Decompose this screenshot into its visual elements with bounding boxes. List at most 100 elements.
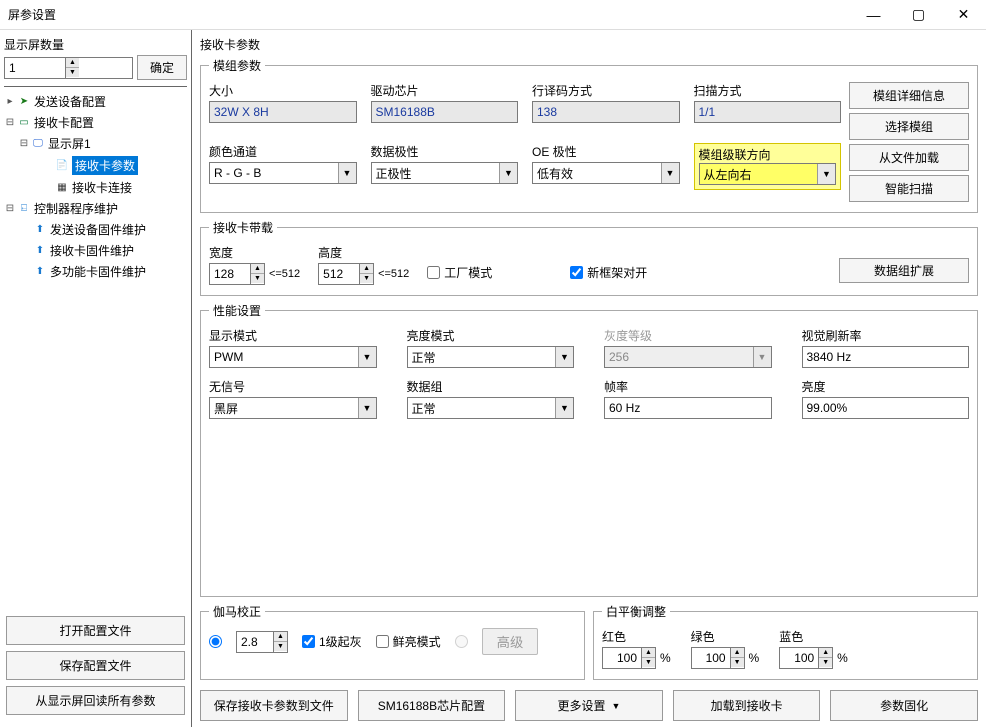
- chevron-down-icon: ▼: [358, 398, 376, 418]
- firmware-icon: ⬆: [32, 264, 48, 280]
- width-label: 宽度: [209, 244, 300, 261]
- datapol-label: 数据极性: [371, 143, 519, 160]
- minus-icon[interactable]: ⊟: [4, 203, 16, 214]
- smart-scan-button[interactable]: 智能扫描: [849, 175, 969, 202]
- load-to-card-button[interactable]: 加载到接收卡: [673, 690, 821, 721]
- select-module-button[interactable]: 选择模组: [849, 113, 969, 140]
- load-from-file-button[interactable]: 从文件加载: [849, 144, 969, 171]
- chip-config-button[interactable]: SM16188B芯片配置: [358, 690, 506, 721]
- performance-legend: 性能设置: [209, 302, 265, 319]
- scan-value: 1/1: [694, 101, 842, 123]
- chevron-down-icon: ▼: [661, 163, 679, 183]
- chip-label: 驱动芯片: [371, 82, 519, 99]
- data-group-ext-button[interactable]: 数据组扩展: [839, 258, 969, 283]
- tree-recv-config[interactable]: ⊟ ▭ 接收卡配置: [4, 112, 187, 133]
- close-button[interactable]: ✕: [941, 0, 986, 30]
- arrow-right-icon: ➤: [16, 94, 32, 110]
- spinner-up-icon[interactable]: ▲: [66, 58, 79, 67]
- minus-icon[interactable]: ⊟: [18, 138, 30, 149]
- spinner-up-icon[interactable]: ▲: [642, 648, 655, 657]
- gray-level-label: 灰度等级: [604, 327, 772, 344]
- gamma-spinner[interactable]: ▲▼: [236, 631, 288, 653]
- firmware-icon: ⬆: [32, 243, 48, 259]
- chevron-down-icon: ▼: [612, 701, 621, 711]
- spinner-up-icon[interactable]: ▲: [731, 648, 744, 657]
- factory-mode-checkbox[interactable]: 工厂模式: [427, 264, 492, 281]
- spinner-down-icon[interactable]: ▼: [360, 273, 373, 283]
- brightness-value: 99.00%: [802, 397, 970, 419]
- tree-recv-params[interactable]: 📄 接收卡参数: [4, 154, 187, 177]
- highlight-mode-checkbox[interactable]: 鲜亮模式: [376, 633, 441, 650]
- titlebar: 屏参设置 — ▢ ✕: [0, 0, 986, 30]
- more-settings-button[interactable]: 更多设置▼: [515, 690, 663, 721]
- chevron-right-icon[interactable]: ▸: [4, 96, 16, 107]
- chevron-down-icon: ▼: [555, 347, 573, 367]
- nosignal-select[interactable]: 黑屏▼: [209, 397, 377, 419]
- tree-controller-maint[interactable]: ⊟ ⍇ 控制器程序维护: [4, 198, 187, 219]
- upload-icon: ⍇: [16, 201, 32, 217]
- page-title: 接收卡参数: [200, 36, 978, 53]
- solidify-params-button[interactable]: 参数固化: [830, 690, 978, 721]
- spinner-up-icon[interactable]: ▲: [819, 648, 832, 657]
- window-controls: — ▢ ✕: [851, 0, 986, 30]
- grid-icon: ▦: [54, 180, 70, 196]
- data-polarity-select[interactable]: 正极性▼: [371, 162, 519, 184]
- tree-recv-fw[interactable]: ⬆ 接收卡固件维护: [4, 240, 187, 261]
- wb-red-input[interactable]: [603, 648, 641, 668]
- size-label: 大小: [209, 82, 357, 99]
- confirm-button[interactable]: 确定: [137, 55, 187, 80]
- wb-green-input[interactable]: [692, 648, 730, 668]
- spinner-down-icon[interactable]: ▼: [251, 273, 264, 283]
- tree-screen1[interactable]: ⊟ 🖵 显示屏1: [4, 133, 187, 154]
- wb-green-spinner[interactable]: ▲▼: [691, 647, 745, 669]
- chevron-down-icon: ▼: [358, 347, 376, 367]
- cascade-select[interactable]: 从左向右▼: [699, 163, 837, 185]
- color-select[interactable]: R - G - B▼: [209, 162, 357, 184]
- screen-count-spinner[interactable]: ▲▼: [4, 57, 133, 79]
- module-detail-button[interactable]: 模组详细信息: [849, 82, 969, 109]
- display-mode-select[interactable]: PWM▼: [209, 346, 377, 368]
- height-label: 高度: [318, 244, 409, 261]
- new-frame-checkbox[interactable]: 新框架对开: [570, 264, 647, 281]
- tree-multi-fw[interactable]: ⬆ 多功能卡固件维护: [4, 261, 187, 282]
- spinner-down-icon[interactable]: ▼: [819, 657, 832, 667]
- spinner-up-icon[interactable]: ▲: [360, 264, 373, 273]
- save-config-button[interactable]: 保存配置文件: [6, 651, 185, 680]
- oe-polarity-select[interactable]: 低有效▼: [532, 162, 680, 184]
- tree-send-config[interactable]: ▸ ➤ 发送设备配置: [4, 91, 187, 112]
- tree-recv-link[interactable]: ▦ 接收卡连接: [4, 177, 187, 198]
- level1-gray-checkbox[interactable]: 1级起灰: [302, 633, 362, 650]
- minimize-button[interactable]: —: [851, 0, 896, 30]
- card-icon: ▭: [16, 115, 32, 131]
- spinner-down-icon[interactable]: ▼: [274, 641, 287, 651]
- tree-send-fw[interactable]: ⬆ 发送设备固件维护: [4, 219, 187, 240]
- save-recv-params-button[interactable]: 保存接收卡参数到文件: [200, 690, 348, 721]
- width-input[interactable]: [210, 264, 250, 284]
- spinner-up-icon[interactable]: ▲: [251, 264, 264, 273]
- minus-icon[interactable]: ⊟: [4, 117, 16, 128]
- gamma-input[interactable]: [237, 632, 273, 652]
- spinner-down-icon[interactable]: ▼: [731, 657, 744, 667]
- spinner-down-icon[interactable]: ▼: [642, 657, 655, 667]
- open-config-button[interactable]: 打开配置文件: [6, 616, 185, 645]
- read-all-params-button[interactable]: 从显示屏回读所有参数: [6, 686, 185, 715]
- datagroup-select[interactable]: 正常▼: [407, 397, 575, 419]
- window-title: 屏参设置: [8, 6, 851, 23]
- wb-blue-spinner[interactable]: ▲▼: [779, 647, 833, 669]
- screen-count-input[interactable]: [5, 58, 65, 78]
- chevron-down-icon: ▼: [338, 163, 356, 183]
- brightness-mode-select[interactable]: 正常▼: [407, 346, 575, 368]
- spinner-down-icon[interactable]: ▼: [66, 67, 79, 77]
- cascade-label: 模组级联方向: [699, 148, 771, 162]
- chevron-down-icon: ▼: [817, 164, 835, 184]
- height-input[interactable]: [319, 264, 359, 284]
- gamma-radio[interactable]: [209, 635, 222, 648]
- height-max: <=512: [378, 268, 409, 280]
- wb-blue-input[interactable]: [780, 648, 818, 668]
- height-spinner[interactable]: ▲▼: [318, 263, 374, 285]
- spinner-up-icon[interactable]: ▲: [274, 632, 287, 641]
- maximize-button[interactable]: ▢: [896, 0, 941, 30]
- wb-red-spinner[interactable]: ▲▼: [602, 647, 656, 669]
- width-spinner[interactable]: ▲▼: [209, 263, 265, 285]
- gray-level-select: 256▼: [604, 346, 772, 368]
